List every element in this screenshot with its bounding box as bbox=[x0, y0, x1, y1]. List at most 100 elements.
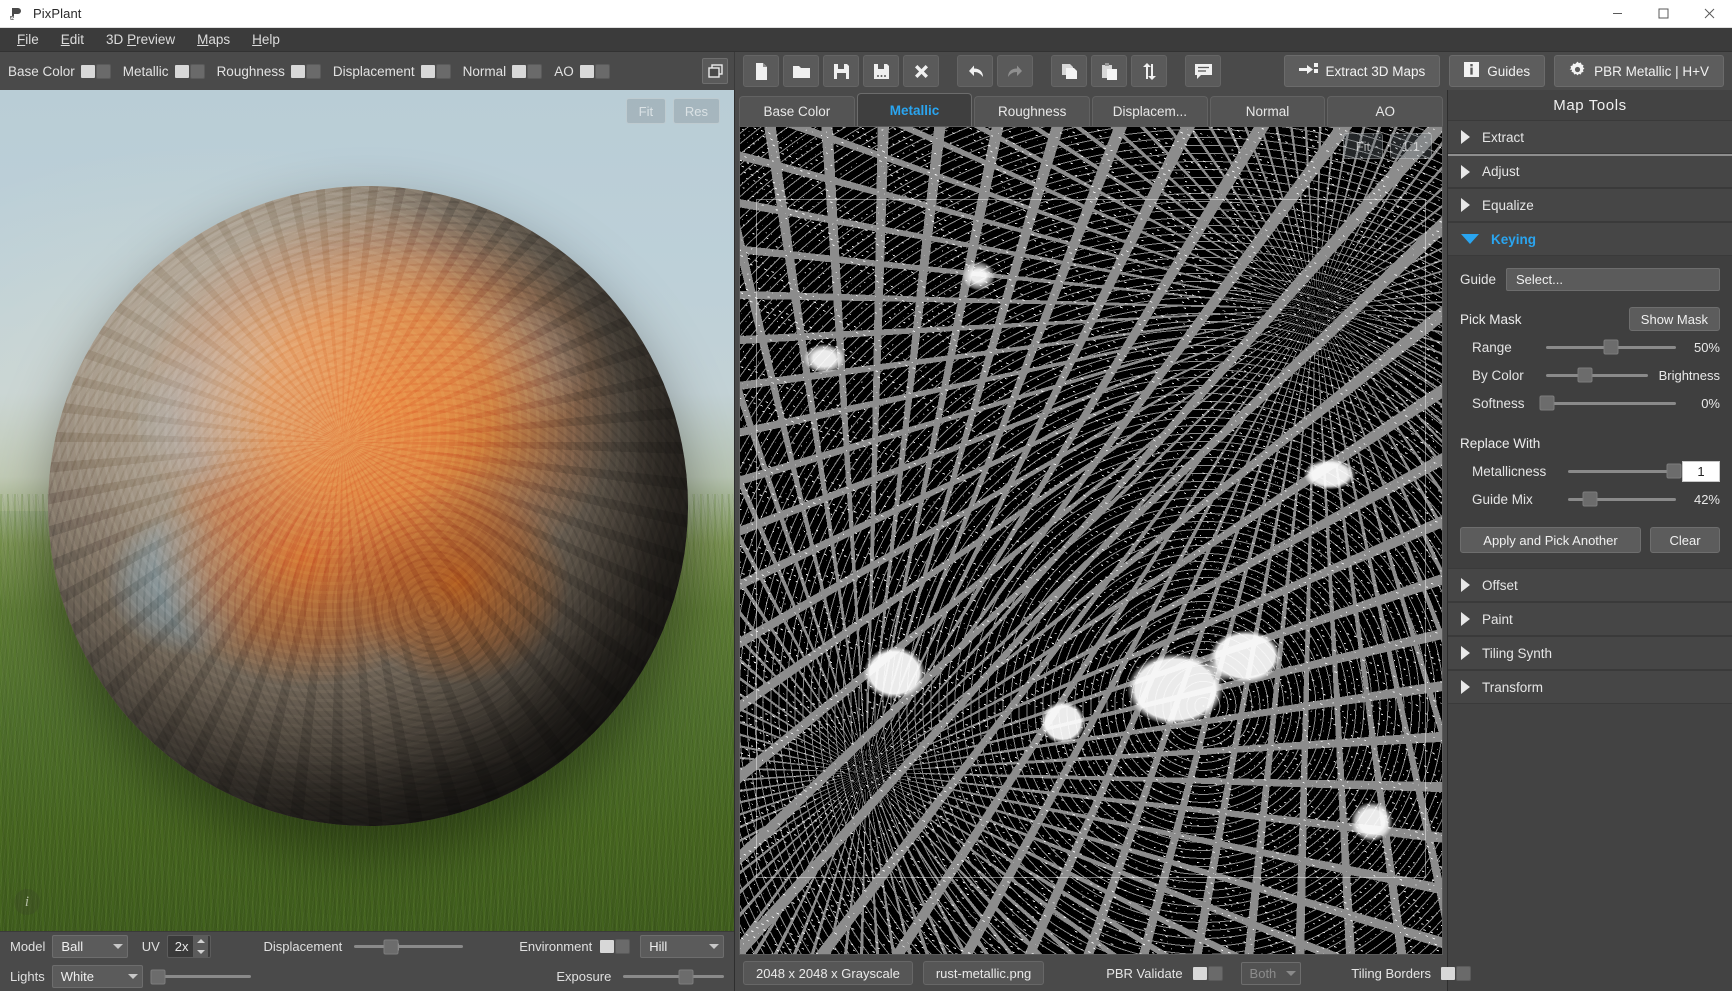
close-x-icon[interactable] bbox=[903, 55, 939, 87]
section-paint[interactable]: Paint bbox=[1448, 602, 1732, 636]
clear-button[interactable]: Clear bbox=[1650, 527, 1720, 553]
normal-toggle-switch[interactable] bbox=[512, 64, 542, 79]
slider-thumb[interactable] bbox=[678, 969, 693, 984]
menu-3d-preview[interactable]: 3D Preview bbox=[95, 30, 186, 49]
by-color-slider[interactable] bbox=[1546, 365, 1648, 385]
menu-maps[interactable]: Maps bbox=[186, 30, 241, 49]
slider-thumb[interactable] bbox=[1577, 368, 1592, 383]
slider-thumb[interactable] bbox=[1540, 396, 1555, 411]
lights-select[interactable]: White bbox=[52, 965, 143, 988]
maximize-button[interactable] bbox=[1640, 0, 1686, 28]
tab-base-color[interactable]: Base Color bbox=[739, 96, 855, 126]
apply-and-pick-another-button[interactable]: Apply and Pick Another bbox=[1460, 527, 1641, 553]
chevron-right-icon bbox=[1461, 612, 1470, 626]
pbr-validate-toggle-switch[interactable] bbox=[1193, 966, 1223, 981]
map-canvas[interactable]: Fit 1:1 bbox=[739, 126, 1443, 955]
slider-thumb[interactable] bbox=[1582, 492, 1597, 507]
chevron-up-icon[interactable] bbox=[197, 939, 205, 943]
minimize-button[interactable] bbox=[1594, 0, 1640, 28]
map-toggle-metallic[interactable]: Metallic bbox=[123, 64, 205, 79]
softness-value: 0% bbox=[1676, 396, 1720, 411]
ao-toggle-switch[interactable] bbox=[580, 64, 610, 79]
show-mask-button[interactable]: Show Mask bbox=[1629, 307, 1720, 331]
guides-label: Guides bbox=[1487, 64, 1530, 79]
map-one-to-one-button[interactable]: 1:1 bbox=[1390, 133, 1432, 159]
chevron-down-icon[interactable] bbox=[197, 950, 205, 954]
pbr-mode-select[interactable]: Both bbox=[1241, 962, 1302, 985]
swap-arrows-icon[interactable] bbox=[1131, 55, 1167, 87]
displacement-slider[interactable] bbox=[354, 937, 463, 957]
menu-help[interactable]: Help bbox=[241, 30, 291, 49]
chevron-down-icon bbox=[128, 974, 138, 979]
preview-sphere[interactable] bbox=[48, 186, 688, 826]
uv-stepper[interactable]: 2x bbox=[167, 935, 211, 958]
undo-icon[interactable] bbox=[957, 55, 993, 87]
open-folder-icon[interactable] bbox=[783, 55, 819, 87]
section-keying[interactable]: Keying bbox=[1448, 222, 1732, 256]
paste-icon[interactable] bbox=[1091, 55, 1127, 87]
guide-select[interactable]: Select... bbox=[1506, 268, 1720, 291]
menu-file[interactable]: File bbox=[6, 30, 50, 49]
uv-spin-arrows[interactable] bbox=[193, 936, 208, 957]
environment-select[interactable]: Hill bbox=[640, 935, 724, 958]
roughness-toggle-switch[interactable] bbox=[291, 64, 321, 79]
main-body: Fit Res i Model Ball UV 2x bbox=[0, 90, 1732, 991]
tiling-borders-toggle-switch[interactable] bbox=[1441, 966, 1471, 981]
base-color-toggle-switch[interactable] bbox=[81, 64, 111, 79]
section-label: Extract bbox=[1482, 130, 1524, 145]
section-equalize[interactable]: Equalize bbox=[1448, 188, 1732, 222]
map-fit-button[interactable]: Fit bbox=[1343, 133, 1383, 159]
exposure-slider[interactable] bbox=[623, 967, 724, 987]
section-transform[interactable]: Transform bbox=[1448, 670, 1732, 704]
metallicness-value-field[interactable]: 1 bbox=[1682, 461, 1720, 482]
range-slider[interactable] bbox=[1546, 337, 1676, 357]
close-button[interactable] bbox=[1686, 0, 1732, 28]
lights-level-slider[interactable] bbox=[153, 967, 252, 987]
new-icon[interactable] bbox=[743, 55, 779, 87]
section-offset[interactable]: Offset bbox=[1448, 568, 1732, 602]
menu-edit[interactable]: Edit bbox=[50, 30, 95, 49]
tab-metallic[interactable]: Metallic bbox=[857, 93, 973, 126]
extract-3d-maps-button[interactable]: Extract 3D Maps bbox=[1284, 55, 1441, 87]
map-toggle-normal[interactable]: Normal bbox=[463, 64, 543, 79]
slider-thumb[interactable] bbox=[1604, 340, 1619, 355]
map-toggle-roughness[interactable]: Roughness bbox=[217, 64, 321, 79]
metallic-toggle-switch[interactable] bbox=[175, 64, 205, 79]
model-select[interactable]: Ball bbox=[52, 935, 127, 958]
slider-thumb[interactable] bbox=[384, 939, 399, 954]
preview-info-icon[interactable]: i bbox=[14, 889, 40, 915]
notes-icon[interactable] bbox=[1185, 55, 1221, 87]
tab-normal[interactable]: Normal bbox=[1210, 96, 1326, 126]
guide-mix-slider[interactable] bbox=[1568, 489, 1676, 509]
preview-fit-button[interactable]: Fit bbox=[626, 98, 666, 124]
redo-icon[interactable] bbox=[997, 55, 1033, 87]
preview-res-button[interactable]: Res bbox=[673, 98, 720, 124]
map-toggle-base-color[interactable]: Base Color bbox=[8, 64, 111, 79]
save-as-icon[interactable] bbox=[863, 55, 899, 87]
map-toggle-label: Normal bbox=[463, 64, 507, 79]
section-label: Transform bbox=[1482, 680, 1543, 695]
tab-ao[interactable]: AO bbox=[1327, 96, 1443, 126]
slider-thumb[interactable] bbox=[150, 969, 165, 984]
displacement-toggle-switch[interactable] bbox=[421, 64, 451, 79]
metallicness-slider[interactable] bbox=[1568, 461, 1678, 481]
map-toggle-ao[interactable]: AO bbox=[554, 64, 610, 79]
map-toggle-displacement[interactable]: Displacement bbox=[333, 64, 451, 79]
chevron-down-icon bbox=[709, 944, 719, 949]
slider-thumb[interactable] bbox=[1666, 464, 1681, 479]
section-adjust[interactable]: Adjust bbox=[1448, 154, 1732, 188]
tab-roughness[interactable]: Roughness bbox=[974, 96, 1090, 126]
section-tiling-synth[interactable]: Tiling Synth bbox=[1448, 636, 1732, 670]
pbr-preset-button[interactable]: PBR Metallic | H+V bbox=[1554, 55, 1724, 87]
save-icon[interactable] bbox=[823, 55, 859, 87]
metallicness-row: Metallicness 1 bbox=[1460, 458, 1720, 484]
softness-slider[interactable] bbox=[1546, 393, 1676, 413]
tab-displacement[interactable]: Displacem... bbox=[1092, 96, 1208, 126]
guides-button[interactable]: Guides bbox=[1449, 55, 1545, 87]
detach-preview-button[interactable] bbox=[702, 58, 728, 84]
environment-toggle-switch[interactable] bbox=[600, 939, 630, 954]
copy-icon[interactable] bbox=[1051, 55, 1087, 87]
section-extract[interactable]: Extract bbox=[1448, 120, 1732, 154]
image-filename[interactable]: rust-metallic.png bbox=[923, 961, 1044, 985]
3d-preview-viewport[interactable]: Fit Res i bbox=[0, 90, 734, 931]
